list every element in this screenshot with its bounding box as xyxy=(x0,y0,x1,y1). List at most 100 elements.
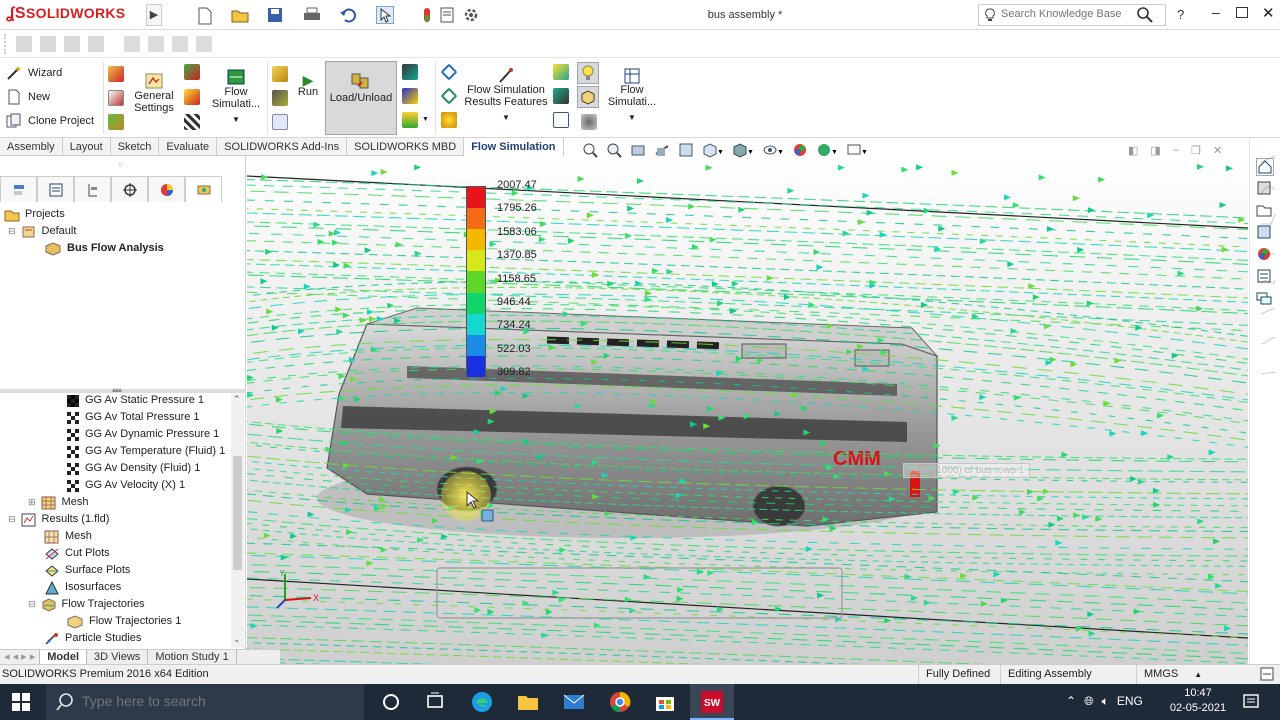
mail-icon[interactable] xyxy=(562,690,586,714)
notifications-icon[interactable] xyxy=(1242,693,1260,714)
viewport-minimize-icon[interactable]: – xyxy=(1173,144,1179,158)
units-icon[interactable] xyxy=(108,90,124,106)
chrome-icon[interactable] xyxy=(608,690,632,714)
zoom-to-fit-icon[interactable] xyxy=(582,142,598,161)
zoom-to-area-icon[interactable] xyxy=(606,142,622,161)
view-settings-icon[interactable]: ▼ xyxy=(846,142,868,161)
tree-item-projects[interactable]: Projects xyxy=(4,206,65,223)
section-view-icon[interactable] xyxy=(654,142,670,161)
tab-solidworks-mbd[interactable]: SOLIDWORKS MBD xyxy=(347,138,465,156)
viewport-tile-left-icon[interactable]: ◧ xyxy=(1128,144,1138,158)
dynamic-annotation-icon[interactable] xyxy=(678,142,694,161)
flow-simulation-analysis-tab[interactable] xyxy=(185,176,222,202)
solver-monitor-icon[interactable] xyxy=(272,114,288,130)
new-document-icon[interactable] xyxy=(196,6,214,25)
goal-item[interactable]: GG Av Static Pressure 1 xyxy=(66,392,204,409)
goal-item[interactable]: GG Av Velocity (X) 1 xyxy=(66,477,185,494)
expand-toggle-icon[interactable]: ⊞ xyxy=(28,494,36,511)
tray-overflow-icon[interactable]: ⌃ xyxy=(1066,694,1076,710)
units-selector[interactable]: MMGS ▲ xyxy=(1136,665,1236,684)
tab-evaluate[interactable]: Evaluate xyxy=(159,138,218,156)
solidworks-taskbar-button[interactable]: SW xyxy=(690,684,734,720)
search-icon[interactable] xyxy=(1137,7,1153,26)
component-control-icon[interactable] xyxy=(577,86,599,108)
network-globe-icon[interactable]: 🌐︎ xyxy=(1084,694,1094,710)
flow-trajectories-1-item[interactable]: Flow Trajectories 1 xyxy=(66,613,181,630)
dimxpert-manager-tab[interactable] xyxy=(111,176,148,202)
boundary-condition-icon[interactable] xyxy=(184,64,200,80)
tab-scroll-arrows-icon[interactable]: ◂ ◂ ▸ ▸ xyxy=(0,650,41,665)
collapse-toggle-icon[interactable]: ⊟ xyxy=(8,511,16,528)
configuration-manager-tab[interactable] xyxy=(74,176,111,202)
fluid-subdomain-icon[interactable] xyxy=(440,87,458,105)
rebuild-icon[interactable] xyxy=(418,6,436,24)
flow-simulation-dropdown-button[interactable]: Flow Simulati... ▼ xyxy=(208,68,264,126)
store-icon[interactable] xyxy=(653,690,677,714)
calculation-control-icon[interactable] xyxy=(108,114,124,130)
viewport-restore-icon[interactable]: ❐ xyxy=(1191,144,1201,158)
tab-solidworks-add-ins[interactable]: SOLIDWORKS Add-Ins xyxy=(217,138,348,156)
scroll-up-icon[interactable]: ⌃ xyxy=(233,394,241,405)
load-results-icon[interactable] xyxy=(402,88,418,104)
load-unload-button[interactable]: Load/Unload xyxy=(325,61,397,135)
tab-3d-views[interactable]: 3D Views xyxy=(87,650,149,665)
fan-icon[interactable] xyxy=(184,89,200,105)
taskbar-clock[interactable]: 10:47 02-05-2021 xyxy=(1168,686,1228,716)
close-button[interactable]: ✕ xyxy=(1262,4,1275,22)
display-style-icon[interactable]: ▼ xyxy=(732,142,754,161)
file-properties-icon[interactable] xyxy=(438,6,456,24)
flow-simulation-tools-dropdown-button[interactable]: Flow Simulati... ▼ xyxy=(606,68,658,124)
options-gear-icon[interactable] xyxy=(462,6,480,24)
view-orientation-icon[interactable]: ▼ xyxy=(702,142,724,161)
scrollbar-thumb[interactable] xyxy=(233,456,242,570)
tree-item-bus-flow-analysis[interactable]: Bus Flow Analysis xyxy=(44,240,164,257)
edit-appearance-icon[interactable] xyxy=(792,142,808,161)
taskbar-search-input[interactable] xyxy=(82,693,352,709)
tree-item-default[interactable]: ⊟ Default xyxy=(8,223,76,240)
goal-item[interactable]: GG Av Temperature (Fluid) 1 xyxy=(66,443,225,460)
save-icon[interactable] xyxy=(266,6,284,24)
goal-item[interactable]: GG Av Dynamic Pressure 1 xyxy=(66,426,219,443)
general-settings-small-icon[interactable] xyxy=(108,66,124,82)
tab-sketch[interactable]: Sketch xyxy=(111,138,160,156)
minimize-button[interactable]: – xyxy=(1212,4,1226,20)
apply-scene-icon[interactable]: ▼ xyxy=(816,142,838,161)
viewport-close-icon[interactable]: ✕ xyxy=(1213,144,1222,158)
transparency-icon[interactable] xyxy=(553,64,569,80)
graphics-viewport[interactable]: CMM 2007.47 1795.26 1583.06 1370.85 1158.65 9… xyxy=(247,156,1248,664)
restore-button[interactable] xyxy=(1236,7,1248,18)
mesh-icon[interactable] xyxy=(272,66,288,82)
panel-grip-icon[interactable]: ○ xyxy=(118,160,123,169)
report-icon[interactable] xyxy=(553,112,569,128)
chart-results-icon[interactable] xyxy=(402,112,418,128)
tab-model[interactable]: Model xyxy=(40,650,88,665)
expand-menu-arrow-icon[interactable]: ▶ xyxy=(146,4,162,26)
new-project-button[interactable]: New xyxy=(6,86,102,108)
general-settings-button[interactable]: General Settings xyxy=(132,72,176,114)
tree-scrollbar[interactable]: ⌃ ⌄ xyxy=(231,394,244,648)
feature-manager-tab[interactable] xyxy=(0,176,37,202)
clone-project-button[interactable]: Clone Project xyxy=(6,110,102,132)
knowledge-base-search[interactable] xyxy=(978,4,1166,26)
goal-item[interactable]: GG Av Density (Fluid) 1 xyxy=(66,460,200,477)
taskbar-search-box[interactable] xyxy=(46,684,364,720)
tab-layout[interactable]: Layout xyxy=(63,138,111,156)
tab-flow-simulation[interactable]: Flow Simulation xyxy=(464,138,564,156)
rebuild-status-icon[interactable] xyxy=(1260,667,1274,684)
settings-cog-icon[interactable] xyxy=(581,114,597,130)
volume-icon[interactable]: 🔈︎ xyxy=(1102,694,1109,710)
heat-source-icon[interactable] xyxy=(441,112,457,128)
results-child-isosurfaces[interactable]: Isosurfaces xyxy=(44,579,121,596)
results-child-surface-plots[interactable]: Surface Plots xyxy=(44,562,130,579)
results-child-flow-trajectories[interactable]: ⊟ Flow Trajectories xyxy=(28,596,145,613)
undo-icon[interactable] xyxy=(338,6,356,24)
wizard-button[interactable]: Wizard xyxy=(6,62,102,84)
property-manager-tab[interactable] xyxy=(37,176,74,202)
windows-start-icon[interactable] xyxy=(12,693,30,714)
help-button[interactable]: ? xyxy=(1177,7,1184,22)
knowledge-base-search-input[interactable] xyxy=(1001,8,1136,20)
results-child-mesh[interactable]: Mesh xyxy=(44,528,92,545)
flow-simulation-results-features-button[interactable]: Flow Simulation Results Features ▼ xyxy=(464,68,548,124)
computational-domain-icon[interactable] xyxy=(440,63,458,81)
solidworks-logo[interactable]: ʆSSOLIDWORKS xyxy=(6,5,146,25)
